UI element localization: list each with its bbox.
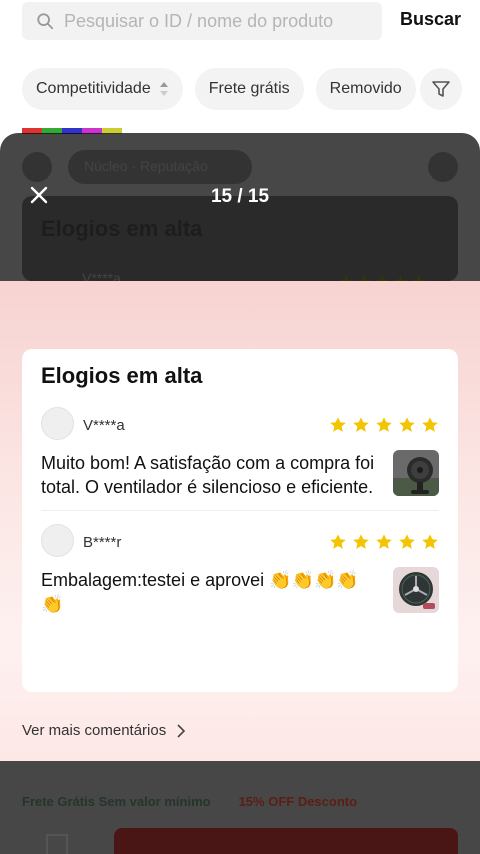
review-divider <box>41 510 439 511</box>
review-item[interactable]: B****r Embalagem:testei e aprovei 👏👏👏👏👏 <box>41 524 439 634</box>
search-placeholder: Pesquisar o ID / nome do produto <box>64 10 334 31</box>
star-icon <box>422 417 438 432</box>
fan-photo-icon <box>393 567 439 613</box>
ghost-title: Elogios em alta <box>41 216 203 241</box>
promo-discount: 15% OFF Desconto <box>238 793 358 809</box>
star-icon <box>353 417 369 432</box>
chip-removido[interactable]: Removido <box>315 68 416 110</box>
funnel-icon <box>432 81 450 97</box>
review-photo-fan[interactable] <box>393 567 439 613</box>
chip-label: Competitividade <box>36 80 151 97</box>
star-icon <box>330 417 346 432</box>
chip-label: Frete grátis <box>208 80 290 97</box>
promo-shipping: Frete Grátis Sem valor mínimo <box>22 793 211 809</box>
review-username: B****r <box>83 534 122 551</box>
dimmed-header: Núcleo · Reputação <box>22 150 458 184</box>
promo-bar: Frete Grátis Sem valor mínimo 15% OFF De… <box>22 790 458 812</box>
search-icon <box>37 13 54 30</box>
page-counter: 15 / 15 <box>210 186 270 207</box>
star-icon <box>422 534 438 549</box>
bottom-action-bar <box>0 826 480 854</box>
review-photo-fan[interactable] <box>393 450 439 496</box>
top-bar: Pesquisar o ID / nome do produto Buscar <box>0 0 480 44</box>
see-more-comments-link[interactable]: Ver mais comentários <box>22 722 186 739</box>
star-icon <box>330 534 346 549</box>
chevron-right-icon: › <box>432 790 437 806</box>
review-item[interactable]: V****a Muito bom! A satisfação com a com… <box>41 407 439 517</box>
chip-label: Removido <box>329 80 402 97</box>
fan-photo-icon <box>393 450 439 496</box>
card-title: Elogios em alta <box>41 363 203 388</box>
search-button[interactable]: Buscar <box>400 9 461 30</box>
star-rating <box>329 533 439 551</box>
store-icon <box>46 834 68 854</box>
chevron-right-icon <box>177 723 186 738</box>
avatar <box>41 524 74 557</box>
dimmed-tabs: Núcleo · Reputação <box>68 150 252 184</box>
buy-button <box>114 828 458 854</box>
review-text: Muito bom! A satisfação com a compra foi… <box>41 453 375 497</box>
see-more-label: Ver mais comentários <box>22 722 167 739</box>
star-icon <box>376 534 392 549</box>
review-text: Embalagem:testei e aprovei 👏👏👏👏👏 <box>41 570 359 614</box>
star-icon <box>353 534 369 549</box>
star-rating <box>329 416 439 434</box>
star-icon <box>399 534 415 549</box>
avatar <box>41 407 74 440</box>
search-input[interactable]: Pesquisar o ID / nome do produto <box>22 2 382 40</box>
star-icon <box>399 417 415 432</box>
dimmed-back-icon <box>22 152 52 182</box>
reviews-card: Elogios em alta V****a Muito bom! A sati… <box>22 349 458 692</box>
filter-chips: Competitividade Frete grátis Removido <box>22 68 416 110</box>
filter-button[interactable] <box>420 68 462 110</box>
sort-arrows-icon <box>159 82 168 96</box>
chip-competitividade[interactable]: Competitividade <box>22 68 183 110</box>
chip-frete-gratis[interactable]: Frete grátis <box>194 68 304 110</box>
review-username: V****a <box>83 417 125 434</box>
dimmed-help-icon <box>428 152 458 182</box>
star-icon <box>376 417 392 432</box>
